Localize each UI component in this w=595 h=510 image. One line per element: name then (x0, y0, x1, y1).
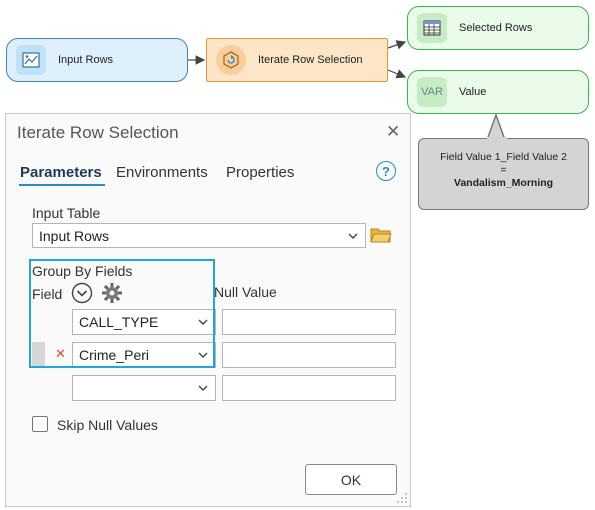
null-value-input-3[interactable] (222, 375, 396, 401)
iterate-row-selection-node[interactable]: Iterate Row Selection (206, 38, 388, 82)
selected-rows-node[interactable]: Selected Rows (407, 6, 589, 50)
folder-icon[interactable] (370, 226, 392, 249)
help-icon[interactable]: ? (376, 161, 396, 181)
variable-icon: VAR (417, 77, 447, 107)
value-node[interactable]: VAR Value (407, 70, 589, 114)
skip-null-values-checkbox[interactable] (32, 416, 48, 432)
input-table-label: Input Table (32, 205, 101, 221)
iterate-row-selection-dialog: Iterate Row Selection ✕ Parameters Envir… (5, 113, 411, 507)
field-dropdown-2[interactable]: Crime_Peri (72, 342, 216, 368)
ok-button[interactable]: OK (305, 464, 397, 495)
table-icon (417, 13, 447, 43)
value-tooltip: Field Value 1_Field Value 2 = Vandalism_… (418, 138, 589, 210)
chevron-down-icon (198, 319, 208, 325)
selected-rows-label: Selected Rows (459, 22, 533, 34)
tooltip-line-2: = (500, 164, 507, 176)
active-tab-indicator (19, 184, 105, 186)
value-label: Value (459, 86, 487, 98)
tooltip-line-1: Field Value 1_Field Value 2 (440, 151, 567, 163)
null-value-column-header: Null Value (214, 284, 277, 300)
field-dropdown-1[interactable]: CALL_TYPE (72, 309, 216, 335)
null-value-input-2[interactable] (222, 342, 396, 368)
null-value-input-1[interactable] (222, 309, 396, 335)
iterate-row-selection-label: Iterate Row Selection (258, 54, 363, 66)
expand-options-icon[interactable] (71, 282, 93, 309)
chevron-down-icon (198, 352, 208, 358)
row-drag-handle[interactable] (32, 342, 45, 368)
input-rows-label: Input Rows (58, 54, 114, 66)
tab-environments[interactable]: Environments (116, 164, 208, 181)
field-value-2: Crime_Peri (79, 347, 150, 363)
arrow-tool-to-value (387, 69, 407, 79)
tab-parameters[interactable]: Parameters (20, 164, 102, 181)
tooltip-value: Vandalism_Morning (453, 177, 554, 189)
chevron-down-icon (198, 385, 208, 391)
field-column-header: Field (32, 286, 63, 302)
resize-grip-icon[interactable] (396, 492, 408, 504)
chevron-down-icon (348, 233, 358, 239)
skip-null-values-label: Skip Null Values (57, 417, 158, 433)
input-table-dropdown[interactable]: Input Rows (32, 223, 366, 248)
arrow-tool-to-selected (387, 40, 407, 50)
dialog-title: Iterate Row Selection (17, 123, 179, 142)
table-view-icon (16, 45, 46, 75)
tab-properties[interactable]: Properties (226, 164, 294, 181)
field-value-1: CALL_TYPE (79, 314, 159, 330)
remove-row-icon[interactable]: ✕ (55, 346, 66, 362)
input-rows-node[interactable]: Input Rows (6, 38, 188, 82)
gear-icon[interactable] (101, 282, 123, 309)
group-by-fields-label: Group By Fields (32, 263, 133, 279)
close-icon[interactable]: ✕ (386, 122, 400, 142)
input-table-value: Input Rows (39, 227, 110, 244)
field-dropdown-3[interactable] (72, 375, 216, 401)
tooltip-pointer-cover (487, 137, 507, 141)
iterate-tool-icon (216, 45, 246, 75)
